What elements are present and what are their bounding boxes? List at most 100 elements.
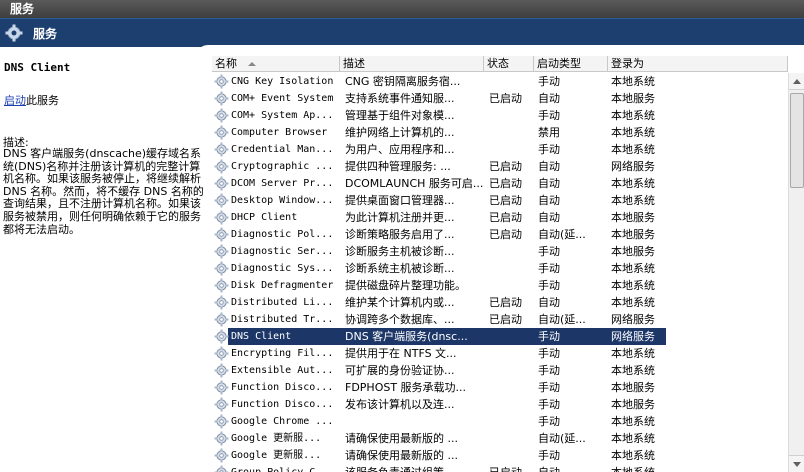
table-row[interactable]: DCOM Server Pr... DCOMLAUNCH 服务可启... 已启动 自动…: [212, 175, 788, 192]
service-desc: 管理基于组件对象模...: [345, 109, 455, 122]
table-row[interactable]: Distributed Li... 维护某个计算机内或... 已启动 自动 本地系统: [212, 294, 788, 311]
service-gear-icon: [214, 465, 229, 472]
service-logon-as: 本地系统: [611, 432, 655, 445]
start-service-line: 启动此服务: [4, 92, 59, 108]
table-row[interactable]: Disk Defragmenter 提供磁盘碎片整理功能。 手动 本地系统: [212, 277, 788, 294]
service-desc: 请确保使用最新版的 ...: [345, 432, 458, 445]
table-row[interactable]: Google Chrome ... 手动 本地系统: [212, 413, 788, 430]
service-desc: 提供桌面窗口管理器...: [345, 194, 455, 207]
scroll-thumb[interactable]: [790, 93, 804, 188]
table-row-selected[interactable]: DNS Client DNS 客户端服务(dnsc... 手动 网络服务: [212, 328, 788, 345]
service-name: Function Disco...: [231, 399, 334, 410]
service-startup-type: 手动: [538, 143, 560, 156]
service-logon-as: 本地系统: [611, 449, 655, 462]
service-logon-as: 本地系统: [611, 143, 655, 156]
service-gear-icon: [214, 448, 229, 463]
table-row[interactable]: Google 更新服... 请确保使用最新版的 ... 手动 本地系统: [212, 447, 788, 464]
column-header-name-label: 名称: [215, 57, 237, 70]
service-desc: 可扩展的身份验证协...: [345, 364, 455, 377]
service-startup-type: 自动: [538, 211, 560, 224]
service-description: DNS 客户端服务(dnscache)缓存域名系统(DNS)名称并注册该计算机的…: [3, 147, 204, 236]
start-service-link[interactable]: 启动: [4, 94, 26, 107]
table-row[interactable]: Desktop Window... 提供桌面窗口管理器... 已启动 自动 本地系统: [212, 192, 788, 209]
service-logon-as: 本地系统: [611, 126, 655, 139]
services-list[interactable]: 名称 描述 状态 启动类型 登录为 CNG Key Isolation CNG 密…: [212, 56, 788, 472]
service-name: Extensible Aut...: [231, 365, 334, 376]
service-name: Distributed Tr...: [231, 314, 334, 325]
service-state: 已启动: [489, 211, 522, 224]
table-row[interactable]: CNG Key Isolation CNG 密钥隔离服务宿... 手动 本地系统: [212, 73, 788, 90]
service-desc: 该服务负责通过组策...: [345, 464, 487, 472]
service-startup-type: 手动: [538, 398, 560, 411]
service-name: Cryptographic ...: [231, 161, 334, 172]
vertical-scrollbar[interactable]: [788, 73, 804, 472]
column-header-logon-as[interactable]: 登录为: [608, 56, 788, 72]
header-title: 服务: [33, 27, 58, 41]
selected-service-name: DNS Client: [4, 61, 71, 74]
service-desc: 为用户、应用程序和...: [345, 143, 455, 156]
service-state: [489, 277, 534, 294]
service-state: [489, 430, 534, 447]
table-row[interactable]: Diagnostic Ser... 诊断服务主机被诊断... 手动 本地服务: [212, 243, 788, 260]
table-row[interactable]: Extensible Aut... 可扩展的身份验证协... 手动 本地系统: [212, 362, 788, 379]
service-desc: FDPHOST 服务承载功...: [345, 381, 467, 394]
service-startup-type: 自动: [538, 296, 560, 309]
service-startup-type: 手动: [538, 245, 560, 258]
service-gear-icon: [214, 91, 229, 106]
service-logon-as: 本地系统: [611, 109, 655, 122]
table-row[interactable]: Google 更新服... 请确保使用最新版的 ... 自动(延... 本地系统: [212, 430, 788, 447]
service-desc: 提供四种管理服务: ...: [345, 160, 451, 173]
service-state: 已启动: [489, 92, 522, 105]
service-name: DHCP Client: [231, 212, 298, 223]
table-row[interactable]: Computer Browser 维护网络上计算机的... 禁用 本地系统: [212, 124, 788, 141]
service-logon-as: 本地服务: [611, 228, 655, 241]
service-logon-as: 网络服务: [611, 313, 655, 326]
table-row[interactable]: Diagnostic Sys... 诊断系统主机被诊断... 手动 本地系统: [212, 260, 788, 277]
service-name: Disk Defragmenter: [231, 280, 334, 291]
service-state: [489, 362, 534, 379]
service-startup-type: 自动(延...: [538, 313, 586, 326]
service-startup-type: 手动: [538, 381, 560, 394]
table-row[interactable]: Distributed Tr... 协调跨多个数据库、... 已启动 自动(延... 网…: [212, 311, 788, 328]
service-gear-icon: [214, 159, 229, 174]
table-row[interactable]: COM+ System Ap... 管理基于组件对象模... 手动 本地系统: [212, 107, 788, 124]
service-gear-icon: [214, 125, 229, 140]
scroll-up-button[interactable]: [789, 73, 804, 90]
service-state: 已启动: [489, 194, 522, 207]
gear-icon: [5, 24, 23, 42]
table-row[interactable]: Diagnostic Pol... 诊断策略服务启用了... 已启动 自动(延... 本…: [212, 226, 788, 243]
start-service-suffix: 此服务: [26, 94, 59, 107]
service-desc: 维护某个计算机内或...: [345, 296, 455, 309]
service-logon-as: 本地服务: [611, 398, 655, 411]
column-header-logon-as-label: 登录为: [611, 57, 644, 70]
service-desc: 提供磁盘碎片整理功能。: [345, 279, 466, 292]
service-gear-icon: [214, 346, 229, 361]
table-row[interactable]: COM+ Event System 支持系统事件通知服... 已启动 自动 本地服务: [212, 90, 788, 107]
column-header-name[interactable]: 名称: [212, 56, 340, 72]
service-name: Desktop Window...: [231, 195, 334, 206]
scroll-down-button[interactable]: [789, 455, 804, 472]
table-row[interactable]: Encrypting Fil... 提供用于在 NTFS 文... 手动 本地系统: [212, 345, 788, 362]
service-gear-icon: [214, 261, 229, 276]
service-gear-icon: [214, 74, 229, 89]
column-header-state[interactable]: 状态: [484, 56, 534, 72]
service-gear-icon: [214, 397, 229, 412]
service-gear-icon: [214, 431, 229, 446]
table-row[interactable]: Group Policy C... 该服务负责通过组策...已启动自动本地系统: [212, 464, 788, 472]
table-row[interactable]: Credential Man... 为用户、应用程序和... 手动 本地系统: [212, 141, 788, 158]
service-logon-as: 本地系统: [611, 296, 655, 309]
table-row[interactable]: DHCP Client 为此计算机注册并更... 已启动 自动 本地服务: [212, 209, 788, 226]
table-row[interactable]: Function Disco... 发布该计算机以及连... 手动 本地服务: [212, 396, 788, 413]
service-logon-as: 本地系统: [611, 279, 655, 292]
column-header-startup-type[interactable]: 启动类型: [534, 56, 608, 72]
table-row[interactable]: Function Disco... FDPHOST 服务承载功... 手动 本地服务: [212, 379, 788, 396]
service-logon-as: 本地服务: [611, 381, 655, 394]
table-row[interactable]: Cryptographic ... 提供四种管理服务: ... 已启动 自动 网络服务: [212, 158, 788, 175]
service-logon-as: 网络服务: [611, 160, 655, 173]
column-header-description[interactable]: 描述: [340, 56, 484, 72]
service-startup-type: 禁用: [538, 126, 560, 139]
service-state: [489, 379, 534, 396]
service-startup-type: 手动: [538, 109, 560, 122]
service-gear-icon: [214, 295, 229, 310]
service-desc: 发布该计算机以及连...: [345, 398, 455, 411]
